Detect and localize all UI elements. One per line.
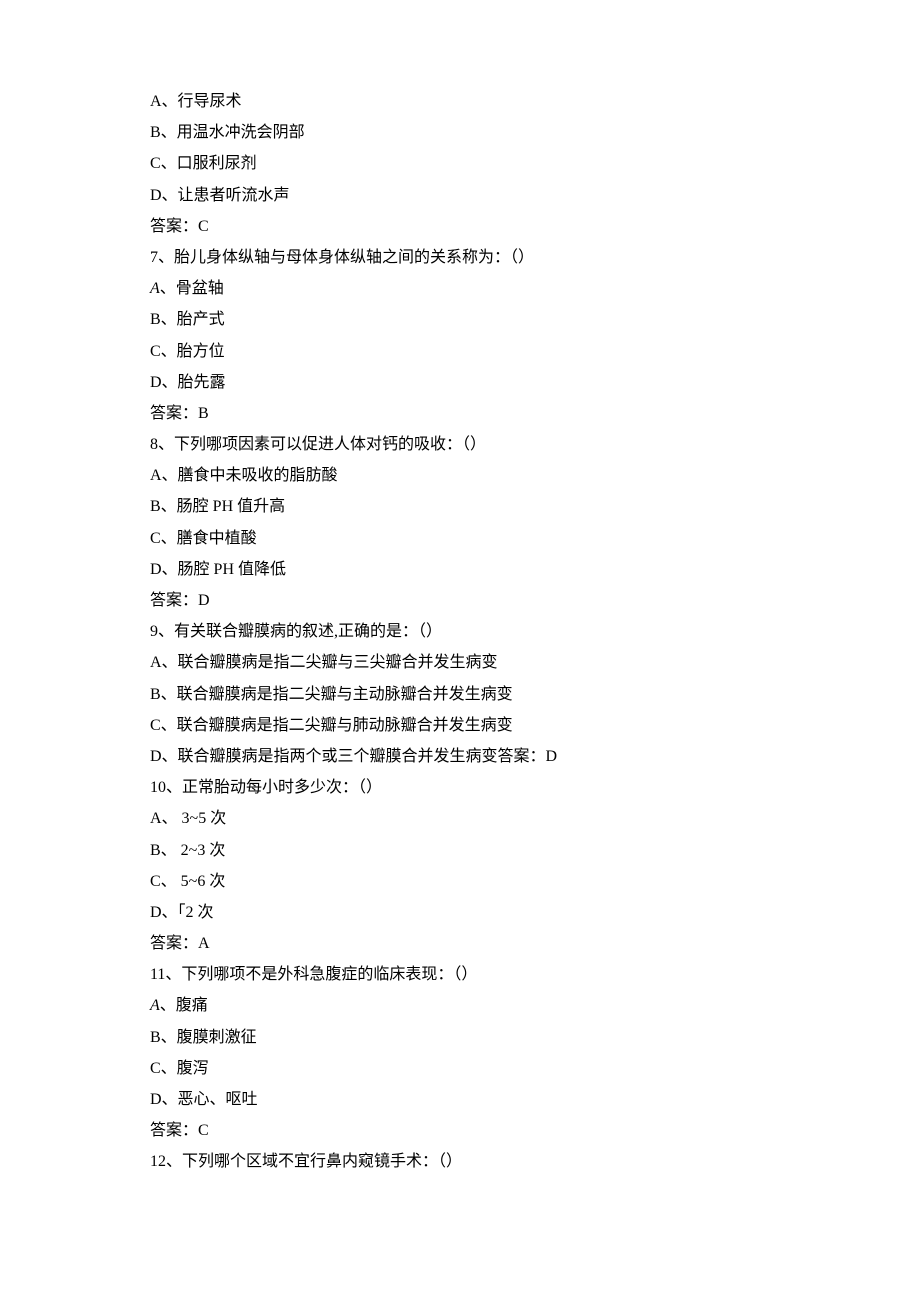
text-line: C、膳食中植酸 [150,523,770,554]
text-line: A、联合瓣膜病是指二尖瓣与三尖瓣合并发生病变 [150,647,770,678]
italic-letter: A [150,997,160,1014]
text-line: B、联合瓣膜病是指二尖瓣与主动脉瓣合并发生病变 [150,679,770,710]
text-rest: 、骨盆轴 [160,280,224,297]
text-line: D、恶心、呕吐 [150,1084,770,1115]
text-line: D、胎先露 [150,367,770,398]
text-line: C、胎方位 [150,336,770,367]
text-line: A、骨盆轴 [150,273,770,304]
text-line: B、用温水冲洗会阴部 [150,117,770,148]
text-rest: 、腹痛 [160,997,208,1014]
text-line: 答案：A [150,928,770,959]
text-line: A、腹痛 [150,990,770,1021]
text-line: 答案：B [150,398,770,429]
text-line: C、 5~6 次 [150,866,770,897]
document-page: A、行导尿术B、用温水冲洗会阴部C、口服利尿剂D、让患者听流水声答案：C7、胎儿… [0,0,920,1238]
text-line: 答案：C [150,211,770,242]
text-line: C、联合瓣膜病是指二尖瓣与肺动脉瓣合并发生病变 [150,710,770,741]
text-line: 答案：D [150,585,770,616]
text-line: C、腹泻 [150,1053,770,1084]
text-line: A、膳食中未吸收的脂肪酸 [150,460,770,491]
text-line: B、腹膜刺激征 [150,1022,770,1053]
italic-letter: A [150,280,160,297]
document-body: A、行导尿术B、用温水冲洗会阴部C、口服利尿剂D、让患者听流水声答案：C7、胎儿… [150,86,770,1178]
text-line: 12、下列哪个区域不宜行鼻内窥镜手术：（） [150,1146,770,1177]
text-line: 9、有关联合瓣膜病的叙述,正确的是：（） [150,616,770,647]
text-line: 8、下列哪项因素可以促进人体对钙的吸收：（） [150,429,770,460]
text-line: D、联合瓣膜病是指两个或三个瓣膜合并发生病变答案：D [150,741,770,772]
text-line: D、让患者听流水声 [150,180,770,211]
text-line: C、口服利尿剂 [150,148,770,179]
text-line: 11、下列哪项不是外科急腹症的临床表现：（） [150,959,770,990]
text-line: A、行导尿术 [150,86,770,117]
text-line: A、 3~5 次 [150,803,770,834]
text-line: B、 2~3 次 [150,835,770,866]
text-line: D、肠腔 PH 值降低 [150,554,770,585]
text-line: 10、正常胎动每小时多少次：（） [150,772,770,803]
text-line: B、胎产式 [150,304,770,335]
text-line: B、肠腔 PH 值升高 [150,491,770,522]
text-line: 7、胎儿身体纵轴与母体身体纵轴之间的关系称为：（） [150,242,770,273]
text-line: 答案：C [150,1115,770,1146]
text-line: D、「2 次 [150,897,770,928]
